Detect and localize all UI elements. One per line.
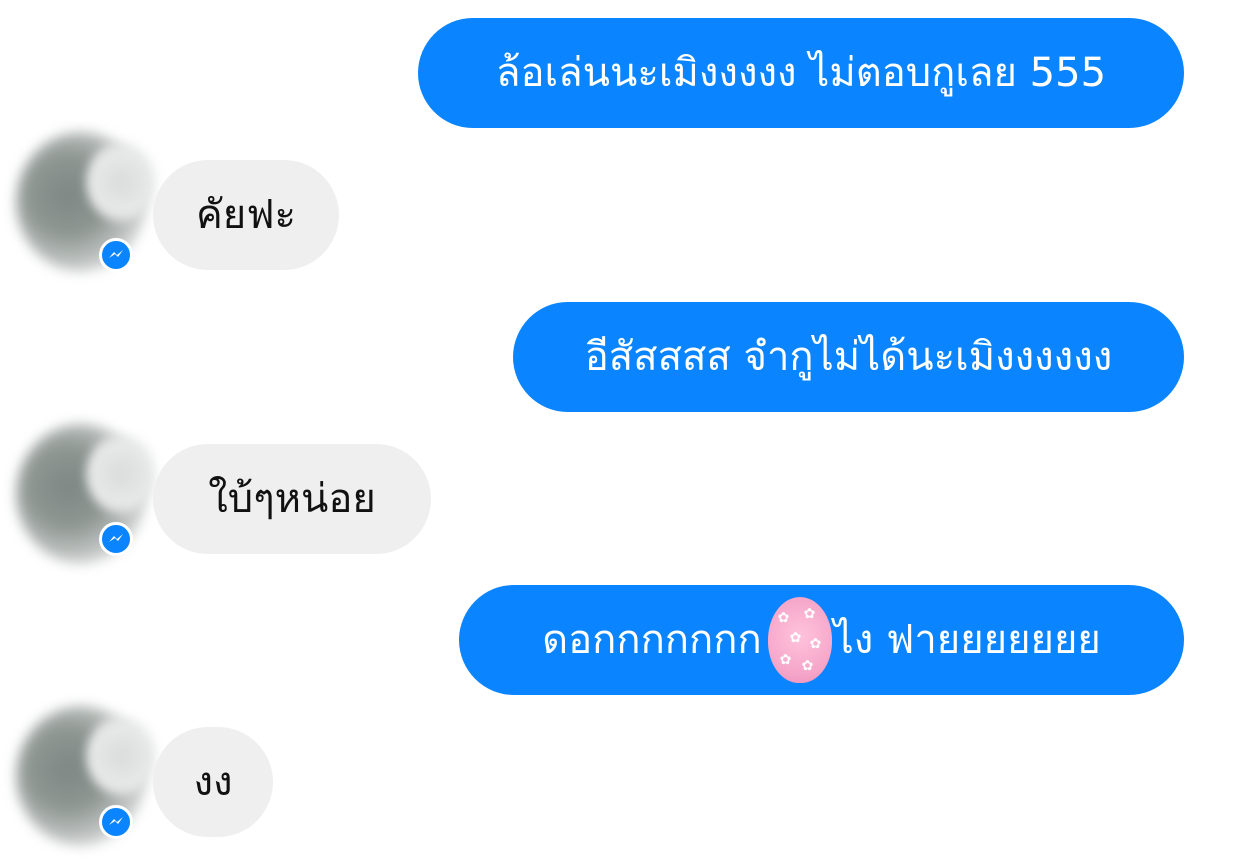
received-message-bubble[interactable]: ใบ้ๆหน่อย [153, 444, 431, 554]
message-text: คัยฟะ [196, 192, 296, 238]
received-message-bubble[interactable]: งง [153, 727, 273, 837]
messenger-icon [99, 238, 133, 272]
sent-message-bubble[interactable]: ดอกกกกกกก ✿ ✿ ✿ ✿ ✿ ✿ ไง ฟายยยยยยย [459, 585, 1184, 695]
messenger-icon [99, 522, 133, 556]
messenger-icon [99, 805, 133, 839]
message-text: ดอกกกกกกก [542, 617, 762, 663]
blurred-emoji-icon: ✿ ✿ ✿ ✿ ✿ ✿ [767, 597, 832, 683]
received-message-bubble[interactable]: คัยฟะ [153, 160, 339, 270]
sent-message-bubble[interactable]: ล้อเล่นนะเมิงงงงง ไม่ตอบกูเลย 555 [418, 18, 1184, 128]
message-text: อีสัสสสส จำกูไม่ได้นะเมิงงงงงง [584, 334, 1113, 380]
sent-message-bubble[interactable]: อีสัสสสส จำกูไม่ได้นะเมิงงงงงง [513, 302, 1184, 412]
message-text: ใบ้ๆหน่อย [208, 476, 376, 522]
message-text: ไง ฟายยยยยยย [833, 617, 1101, 663]
message-text: ล้อเล่นนะเมิงงงงง ไม่ตอบกูเลย 555 [495, 50, 1107, 96]
message-text: งง [193, 759, 233, 805]
